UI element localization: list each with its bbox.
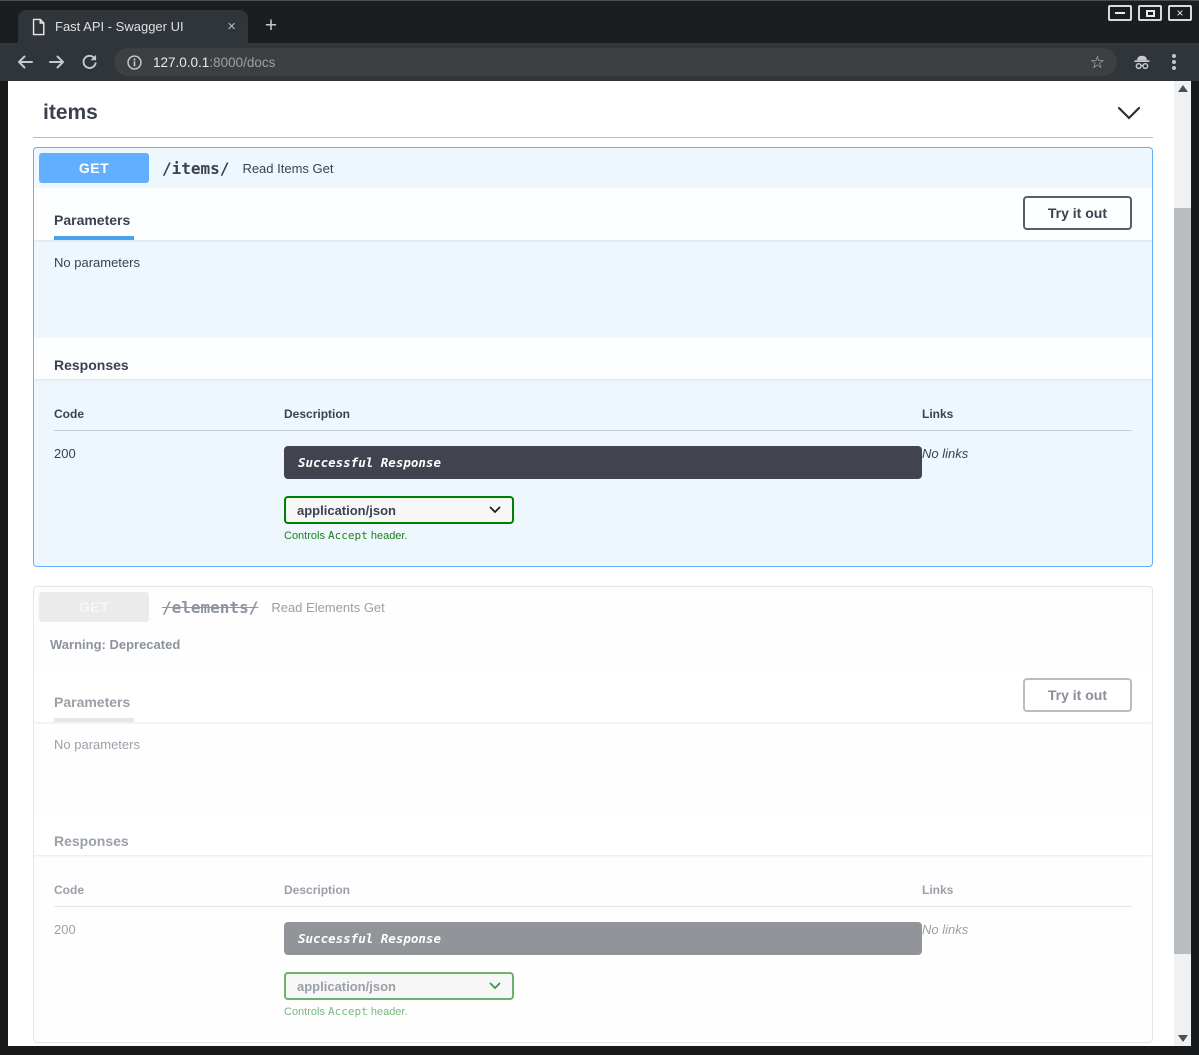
incognito-icon — [1127, 47, 1157, 77]
page-viewport: items GET /items/ Read Items Get Paramet… — [8, 81, 1191, 1046]
responses-title: Responses — [54, 833, 129, 849]
responses-title: Responses — [54, 357, 129, 373]
response-description-cell: Successful Response application/json Con… — [284, 922, 922, 1018]
responses-header: Responses — [34, 814, 1152, 855]
browser-toolbar: 127.0.0.1:8000/docs ☆ — [0, 43, 1199, 81]
response-description-text: Successful Response — [298, 455, 441, 470]
method-badge: GET — [39, 153, 149, 183]
parameters-header: Parameters Try it out — [34, 188, 1152, 240]
method-badge: GET — [39, 592, 149, 622]
response-code: 200 — [54, 922, 284, 1018]
opblock-summary[interactable]: GET /items/ Read Items Get — [34, 148, 1152, 188]
tab-close-icon[interactable]: × — [227, 19, 236, 34]
responses-header: Responses — [34, 338, 1152, 379]
responses-table-head: Code Description Links — [54, 407, 1132, 431]
chevron-down-icon — [489, 506, 501, 514]
try-it-out-button[interactable]: Try it out — [1023, 196, 1132, 230]
scroll-up-arrow[interactable] — [1178, 85, 1188, 92]
tag-section-header[interactable]: items — [33, 93, 1153, 138]
col-description: Description — [284, 883, 922, 897]
tab-title: Fast API - Swagger UI — [55, 19, 184, 34]
maximize-button[interactable] — [1138, 5, 1162, 21]
response-row: 200 Successful Response application/json… — [54, 431, 1132, 542]
tag-title: items — [43, 101, 98, 125]
try-it-out-button[interactable]: Try it out — [1023, 678, 1132, 712]
note-prefix: Controls — [284, 530, 328, 542]
browser-menu-button[interactable] — [1159, 47, 1189, 77]
col-description: Description — [284, 407, 922, 421]
accept-header-note: Controls Accept header. — [284, 529, 922, 542]
col-code: Code — [54, 407, 284, 421]
response-description-text: Successful Response — [298, 931, 441, 946]
reload-icon — [80, 53, 99, 72]
response-code: 200 — [54, 446, 284, 542]
maximize-icon — [1146, 10, 1155, 17]
vertical-scrollbar[interactable] — [1174, 81, 1191, 1046]
note-prefix: Controls — [284, 1006, 328, 1018]
note-code: Accept — [328, 529, 368, 542]
favicon-document-icon — [30, 18, 46, 36]
no-parameters-text: No parameters — [34, 240, 1152, 338]
accept-header-note: Controls Accept header. — [284, 1005, 922, 1018]
opblock-get-elements-deprecated: GET /elements/ Read Elements Get Warning… — [33, 586, 1153, 1043]
site-info-icon[interactable] — [126, 54, 143, 71]
responses-table-head: Code Description Links — [54, 883, 1132, 907]
note-code: Accept — [328, 1005, 368, 1018]
col-links: Links — [922, 407, 1132, 421]
endpoint-summary: Read Items Get — [242, 161, 333, 176]
parameters-header: Parameters Try it out — [34, 670, 1152, 722]
response-description-box: Successful Response — [284, 922, 922, 955]
back-arrow-icon — [15, 52, 35, 72]
forward-arrow-icon — [47, 52, 67, 72]
col-code: Code — [54, 883, 284, 897]
new-tab-button[interactable]: + — [256, 11, 286, 41]
browser-window: Fast API - Swagger UI × + × 127.0.0.1:80… — [0, 0, 1199, 1055]
col-links: Links — [922, 883, 1132, 897]
note-suffix: header. — [368, 530, 408, 542]
response-description-cell: Successful Response application/json Con… — [284, 446, 922, 542]
back-button[interactable] — [10, 47, 40, 77]
tab-strip: Fast API - Swagger UI × + × — [0, 1, 1199, 43]
tab-parameters[interactable]: Parameters — [54, 206, 134, 240]
response-links: No links — [922, 922, 1132, 1018]
responses-table: Code Description Links 200 Successful Re… — [34, 855, 1152, 1042]
tab-parameters[interactable]: Parameters — [54, 688, 134, 722]
opblock-summary[interactable]: GET /elements/ Read Elements Get — [34, 587, 1152, 627]
response-row: 200 Successful Response application/json… — [54, 907, 1132, 1018]
url-host: 127.0.0.1 — [153, 55, 209, 70]
minimize-icon — [1115, 12, 1125, 14]
responses-table: Code Description Links 200 Successful Re… — [34, 379, 1152, 566]
browser-tab[interactable]: Fast API - Swagger UI × — [18, 10, 248, 43]
close-icon: × — [1176, 7, 1183, 19]
swagger-content: items GET /items/ Read Items Get Paramet… — [8, 81, 1174, 1046]
bookmark-star-icon[interactable]: ☆ — [1090, 54, 1105, 71]
kebab-menu-icon — [1172, 60, 1176, 64]
opblock-get-items: GET /items/ Read Items Get Parameters Tr… — [33, 147, 1153, 567]
deprecated-warning: Warning: Deprecated — [34, 627, 1152, 670]
reload-button[interactable] — [74, 47, 104, 77]
response-links: No links — [922, 446, 1132, 542]
endpoint-path: /elements/ — [162, 598, 258, 617]
url-text[interactable]: 127.0.0.1:8000/docs — [153, 55, 275, 70]
collapse-chevron-icon[interactable] — [1117, 106, 1141, 120]
media-type-select[interactable]: application/json — [284, 496, 514, 524]
note-suffix: header. — [368, 1006, 408, 1018]
endpoint-path: /items/ — [162, 159, 229, 178]
address-bar[interactable]: 127.0.0.1:8000/docs ☆ — [114, 48, 1117, 76]
minimize-button[interactable] — [1108, 5, 1132, 21]
scroll-down-arrow[interactable] — [1178, 1035, 1188, 1042]
endpoint-summary: Read Elements Get — [271, 600, 384, 615]
close-button[interactable]: × — [1168, 5, 1192, 21]
media-type-value: application/json — [297, 979, 396, 994]
no-parameters-text: No parameters — [34, 722, 1152, 814]
media-type-value: application/json — [297, 503, 396, 518]
window-controls: × — [1108, 5, 1192, 21]
url-path: :8000/docs — [209, 55, 275, 70]
media-type-select[interactable]: application/json — [284, 972, 514, 1000]
scrollbar-thumb[interactable] — [1174, 208, 1191, 954]
forward-button[interactable] — [42, 47, 72, 77]
chevron-down-icon — [489, 982, 501, 990]
response-description-box: Successful Response — [284, 446, 922, 479]
